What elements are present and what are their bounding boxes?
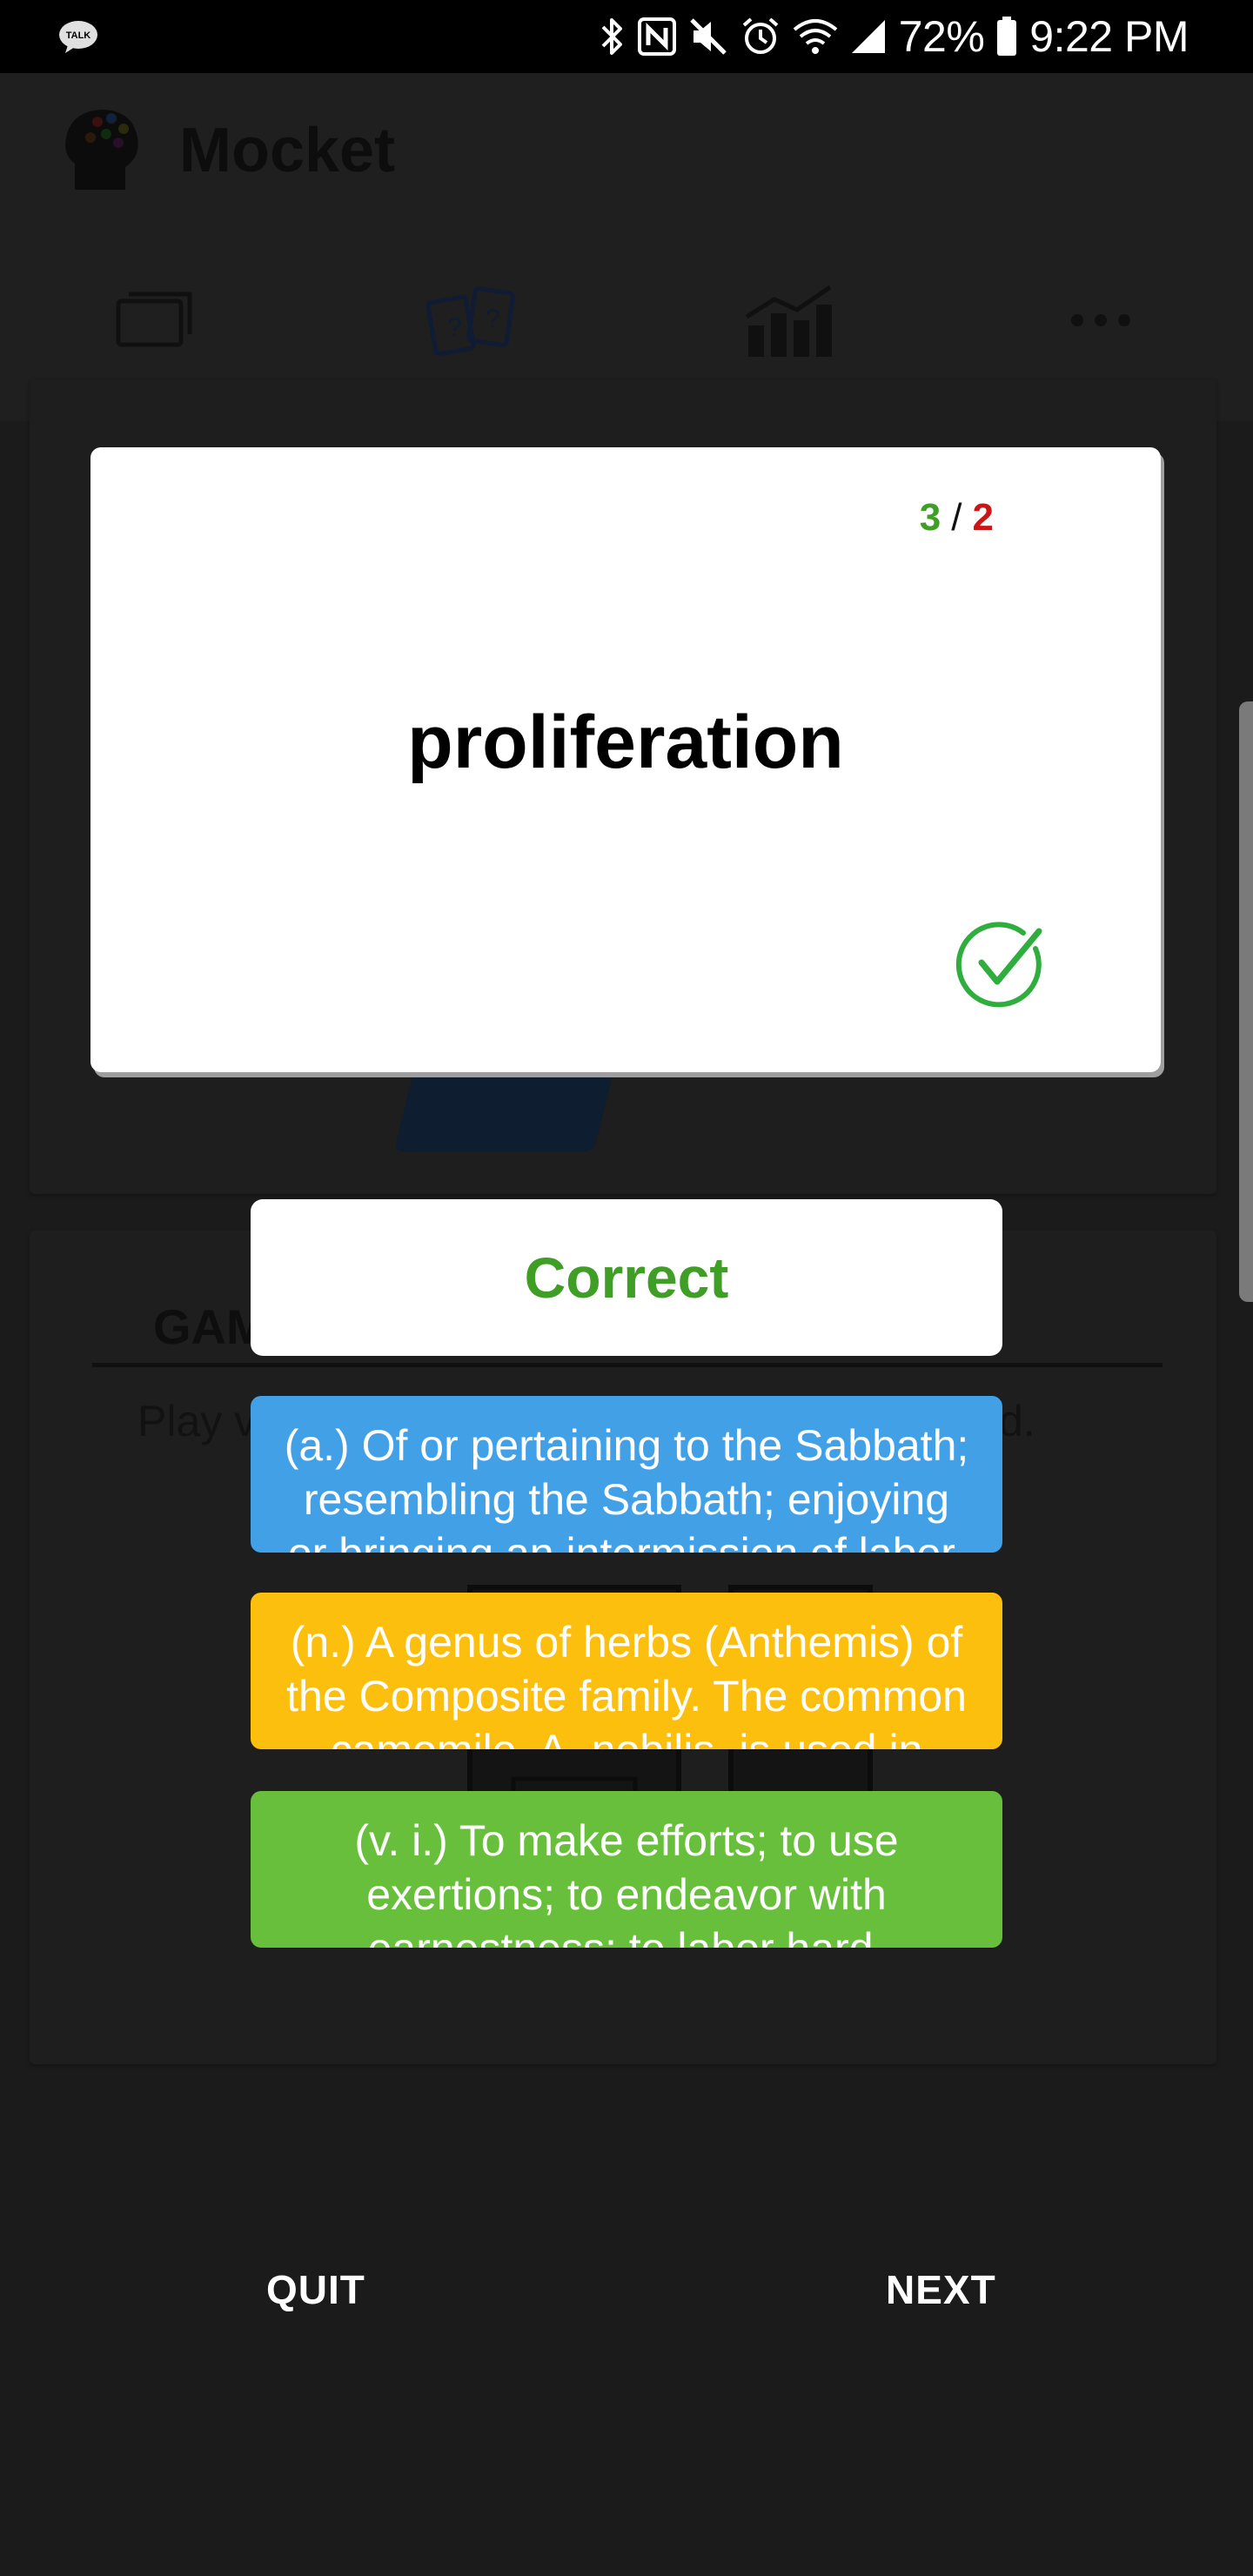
status-bar: TALK 72% 9:22 PM xyxy=(0,0,1253,73)
quiz-word: proliferation xyxy=(407,701,844,784)
answer-option-b[interactable]: (n.) A genus of herbs (Anthemis) of the … xyxy=(251,1593,1002,1749)
result-text: Correct xyxy=(524,1245,729,1310)
quit-button[interactable]: QUIT xyxy=(266,2266,365,2313)
games-description-start: Play v xyxy=(137,1397,257,1446)
score-counter: 3/2 xyxy=(920,496,994,540)
games-description-end: d. xyxy=(999,1397,1035,1446)
battery-icon xyxy=(997,17,1017,56)
mocket-logo-icon xyxy=(65,110,138,190)
quiz-cards-icon: ? ? xyxy=(426,286,515,357)
nfc-icon xyxy=(637,17,676,56)
battery-percentage: 72% xyxy=(898,12,985,61)
answer-option-c[interactable]: (v. i.) To make efforts; to use exertion… xyxy=(251,1791,1002,1948)
flashcard: 3/2 proliferation xyxy=(90,447,1161,1072)
correct-count: 3 xyxy=(919,496,941,539)
svg-text:?: ? xyxy=(486,305,500,333)
kakaotalk-icon: TALK xyxy=(59,21,97,53)
svg-text:?: ? xyxy=(447,313,462,342)
cards-icon xyxy=(116,292,192,347)
mute-icon xyxy=(689,18,727,55)
next-button[interactable]: NEXT xyxy=(886,2266,996,2313)
more-icon xyxy=(1071,314,1130,326)
bluetooth-icon xyxy=(601,18,622,55)
wifi-icon xyxy=(793,19,837,54)
signal-icon xyxy=(851,20,885,53)
score-separator: / xyxy=(951,496,962,539)
answer-option-a[interactable]: (a.) Of or pertaining to the Sabbath; re… xyxy=(251,1396,1002,1553)
check-circle-icon xyxy=(955,922,1042,1008)
wrong-count: 2 xyxy=(972,496,994,539)
games-divider xyxy=(92,1363,1163,1367)
svg-text:TALK: TALK xyxy=(66,30,91,41)
clock: 9:22 PM xyxy=(1029,12,1189,61)
app-bar: Mocket xyxy=(0,73,1253,230)
scrollbar-handle[interactable] xyxy=(1239,701,1253,1302)
result-banner: Correct xyxy=(251,1199,1002,1356)
stats-icon xyxy=(745,285,832,357)
app-title: Mocket xyxy=(179,116,396,185)
alarm-icon xyxy=(742,17,779,54)
